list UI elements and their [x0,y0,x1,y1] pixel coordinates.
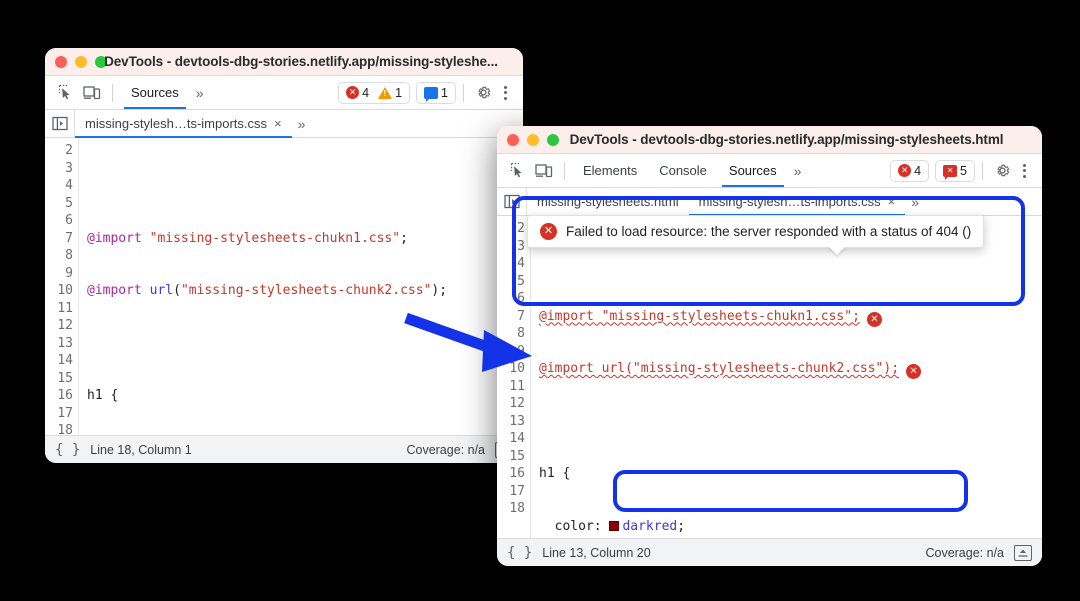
file-tab-html[interactable]: missing-stylesheets.html [527,188,689,215]
device-toolbar-icon[interactable] [531,159,557,183]
color-swatch-darkred[interactable] [609,521,619,531]
error-icon: ✕ [540,223,557,240]
show-navigator-icon[interactable] [497,188,527,215]
more-panels-chevron-icon[interactable]: » [190,85,210,101]
code-line: color: darkred; [539,518,1042,536]
window2-code-editor[interactable]: 234567 8910111213 1415161718 @import "mi… [497,216,1042,538]
toolbar-divider [564,162,565,180]
window1-statusbar[interactable]: { } Line 18, Column 1 Coverage: n/a [45,435,523,463]
file-tab-css[interactable]: missing-stylesh…ts-imports.css × [689,188,906,215]
inspect-cursor-icon[interactable] [53,81,79,105]
window1-panel-tabs[interactable]: Sources » [120,76,210,109]
file-tab-label: missing-stylesh…ts-imports.css [699,194,881,209]
devtools-window-2[interactable]: DevTools - devtools-dbg-stories.netlify.… [497,126,1042,566]
minimize-button[interactable] [75,56,87,68]
message-badge[interactable]: 1 [421,86,451,100]
window2-code-content[interactable]: @import "missing-stylesheets-chukn1.css"… [531,216,1042,538]
code-line [539,413,1042,431]
error-badge[interactable]: ✕ 4 [895,164,924,178]
window1-issue-badges[interactable]: ✕ 4 1 [338,82,410,104]
error-icon: ✕ [898,164,911,177]
gear-icon[interactable] [990,162,1014,179]
tab-sources[interactable]: Sources [120,76,190,109]
window1-toolbar[interactable]: Sources » ✕ 4 1 1 [45,76,523,110]
message-icon [424,87,438,99]
toolbar-divider [112,84,113,102]
warning-icon [378,87,392,99]
window1-line-numbers: 234567 8910111213 1415161718 [45,138,79,435]
window2-title: DevTools - devtools-dbg-stories.netlify.… [541,132,1032,147]
code-line: @import url("missing-stylesheets-chunk2.… [87,282,523,300]
annotation-arrow [404,306,540,376]
format-code-icon[interactable]: { } [55,442,80,458]
file-tabs-overflow-icon[interactable]: » [905,188,925,215]
file-tabs-overflow-icon[interactable]: » [292,110,312,137]
window2-issue-badges[interactable]: ✕ 4 [890,160,929,182]
minimize-button[interactable] [527,134,539,146]
message-error-badge[interactable]: ✕ 5 [940,164,970,178]
window2-titlebar[interactable]: DevTools - devtools-dbg-stories.netlify.… [497,126,1042,154]
close-button[interactable] [55,56,67,68]
error-tooltip: ✕ Failed to load resource: the server re… [527,215,984,248]
file-tab-label: missing-stylesh…ts-imports.css [85,116,267,131]
tab-console[interactable]: Console [648,154,718,187]
message-error-icon: ✕ [943,165,957,177]
coverage-status: Coverage: n/a [925,546,1004,560]
toolbar-divider-2 [982,162,983,180]
warning-badge[interactable]: 1 [375,86,405,100]
window1-titlebar[interactable]: DevTools - devtools-dbg-stories.netlify.… [45,48,523,76]
cursor-position: Line 18, Column 1 [90,443,191,457]
more-panels-chevron-icon[interactable]: » [788,163,808,179]
code-line-error: @import "missing-stylesheets-chukn1.css"… [539,308,1042,326]
file-tab-css[interactable]: missing-stylesh…ts-imports.css × [75,110,292,137]
code-line: h1 { [539,465,1042,483]
error-badge[interactable]: ✕ 4 [343,86,372,100]
window2-toolbar[interactable]: Elements Console Sources » ✕ 4 ✕ 5 [497,154,1042,188]
error-icon: ✕ [346,86,359,99]
format-code-icon[interactable]: { } [507,545,532,561]
error-tooltip-message: Failed to load resource: the server resp… [566,224,971,239]
close-icon[interactable]: × [274,116,282,131]
code-line-error: @import url("missing-stylesheets-chunk2.… [539,360,1042,378]
tab-elements[interactable]: Elements [572,154,648,187]
file-tab-label: missing-stylesheets.html [537,194,679,209]
coverage-status: Coverage: n/a [406,443,485,457]
code-line: h1 { [87,387,523,405]
inline-error-icon[interactable]: ✕ [906,364,921,379]
code-line [539,255,1042,273]
code-line: @import "missing-stylesheets-chukn1.css"… [87,230,523,248]
show-navigator-icon[interactable] [45,110,75,137]
window1-title: DevTools - devtools-dbg-stories.netlify.… [89,54,513,69]
window1-code-editor[interactable]: 234567 8910111213 1415161718 @import "mi… [45,138,523,435]
tab-sources[interactable]: Sources [718,154,788,187]
window2-message-badge-group[interactable]: ✕ 5 [935,160,975,182]
devtools-window-1[interactable]: DevTools - devtools-dbg-stories.netlify.… [45,48,523,463]
inline-error-icon[interactable]: ✕ [867,312,882,327]
show-drawer-icon[interactable] [1014,545,1032,561]
screenshot-root: DevTools - devtools-dbg-stories.netlify.… [0,0,1080,601]
close-button[interactable] [507,134,519,146]
inspect-cursor-icon[interactable] [505,159,531,183]
window2-file-tabs[interactable]: missing-stylesheets.html missing-stylesh… [497,188,1042,216]
cursor-position: Line 13, Column 20 [542,546,650,560]
window2-line-numbers: 234567 8910111213 1415161718 [497,216,531,538]
window2-statusbar[interactable]: { } Line 13, Column 20 Coverage: n/a [497,538,1042,566]
toolbar-divider-2 [463,84,464,102]
code-line [87,177,523,195]
kebab-menu-icon[interactable] [1014,164,1034,178]
window2-panel-tabs[interactable]: Elements Console Sources » [572,154,807,187]
window1-file-tabs[interactable]: missing-stylesh…ts-imports.css × » [45,110,523,138]
window1-message-badge-group[interactable]: 1 [416,82,456,104]
device-toolbar-icon[interactable] [79,81,105,105]
kebab-menu-icon[interactable] [495,86,515,100]
close-icon[interactable]: × [888,194,896,209]
gear-icon[interactable] [471,84,495,101]
window1-code-content[interactable]: @import "missing-stylesheets-chukn1.css"… [79,138,523,435]
